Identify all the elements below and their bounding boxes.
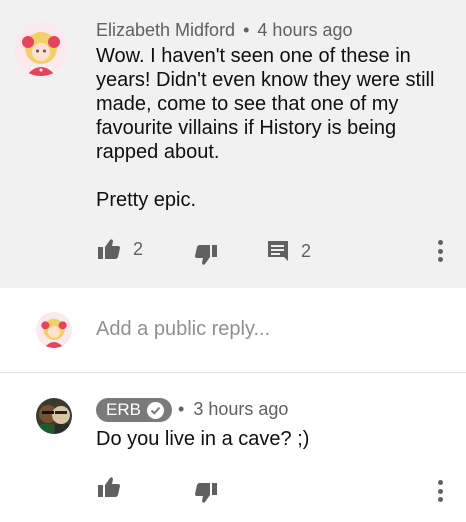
reply-time: 3 hours ago (193, 399, 289, 419)
reply-body: Do you live in a cave? ;) (96, 428, 310, 450)
dislike-button[interactable] (194, 244, 218, 266)
reply-count: 2 (301, 240, 312, 261)
comment-body-paragraph: Pretty epic. (96, 189, 197, 211)
comment-body-paragraph: Wow. I haven't seen one of these in year… (96, 45, 435, 163)
meta-separator: • (243, 20, 250, 40)
thumbs-up-icon (98, 239, 120, 259)
reply-dislike-button[interactable] (194, 482, 218, 504)
commenter-avatar[interactable] (14, 22, 68, 76)
meta-separator: • (178, 399, 185, 419)
more-vert-icon[interactable] (437, 240, 443, 262)
user-avatar (36, 312, 72, 348)
comment-meta: Elizabeth Midford • 4 hours ago (96, 20, 353, 41)
like-count: 2 (133, 238, 144, 259)
badge-label: ERB (106, 400, 141, 419)
reply-input[interactable]: Add a public reply... (96, 318, 270, 341)
reply-meta: • 3 hours ago (178, 399, 288, 420)
comment-body: Wow. I haven't seen one of these in year… (96, 44, 446, 212)
reply-button[interactable]: 2 (267, 240, 311, 262)
comment-author[interactable]: Elizabeth Midford (96, 20, 235, 40)
thumbs-up-icon (98, 477, 120, 497)
comment-card: Elizabeth Midford • 4 hours ago Wow. I h… (0, 0, 466, 288)
erb-avatar[interactable] (36, 398, 72, 434)
comment-time: 4 hours ago (257, 20, 353, 40)
divider (0, 372, 466, 373)
thumbs-down-icon (195, 483, 217, 503)
author-badge[interactable]: ERB (96, 398, 172, 422)
reply-like-button[interactable] (97, 476, 121, 498)
like-button[interactable]: 2 (97, 238, 143, 260)
comment-icon (268, 241, 288, 261)
thumbs-down-icon (195, 245, 217, 265)
verified-check-icon (146, 401, 164, 419)
more-vert-icon[interactable] (437, 480, 443, 502)
